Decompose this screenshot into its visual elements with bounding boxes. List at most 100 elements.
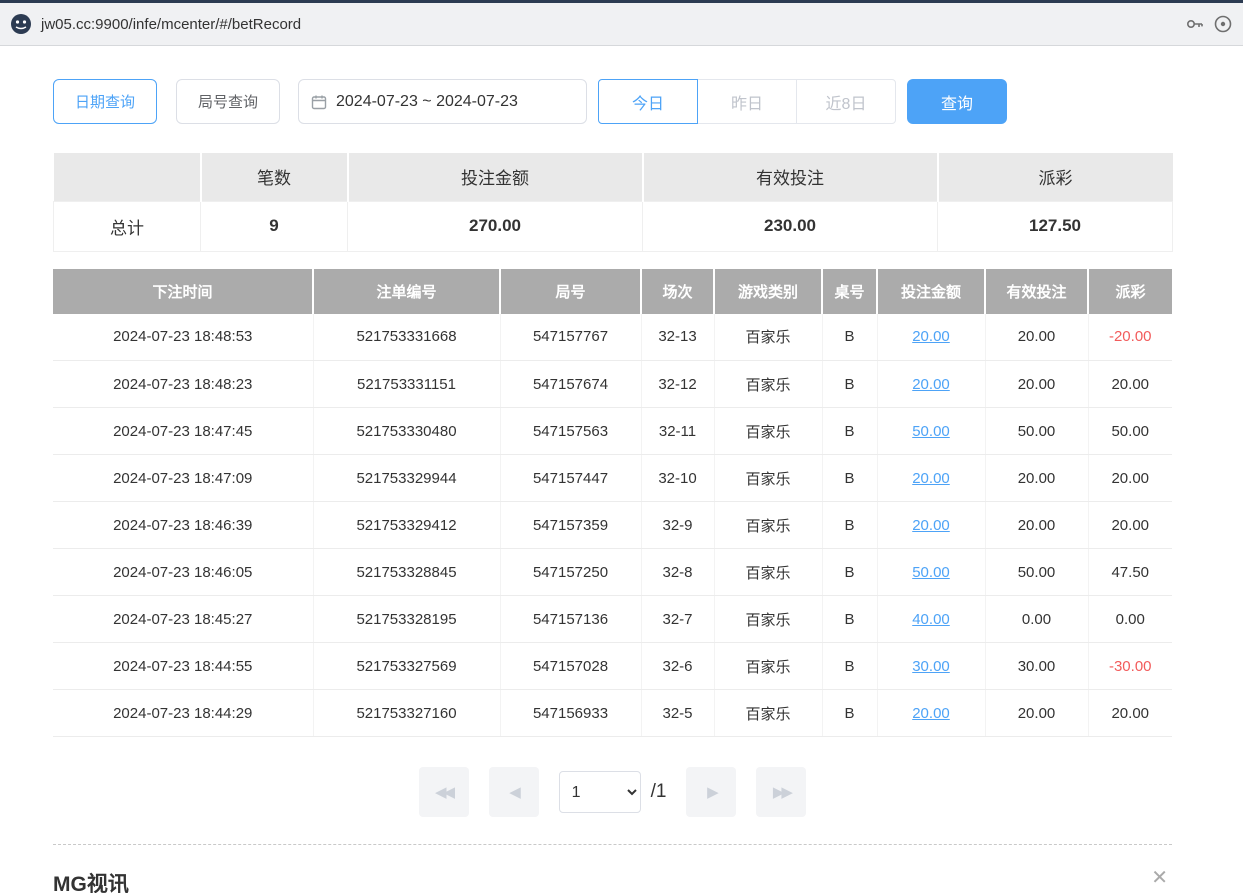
bet-record-page: 日期查询 局号查询 2024-07-23 ~ 2024-07-23 今日 昨日 … bbox=[0, 79, 1243, 845]
quick-yesterday-button[interactable]: 昨日 bbox=[697, 79, 797, 124]
table-row: 2024-07-23 18:47:45521753330480547157563… bbox=[53, 408, 1172, 455]
cell-payout: 0.00 bbox=[1088, 596, 1172, 643]
bet-amount-link[interactable]: 20.00 bbox=[912, 376, 950, 393]
cell-table: B bbox=[822, 596, 877, 643]
cell-session: 32-13 bbox=[641, 314, 714, 361]
cell-bet: 50.00 bbox=[877, 408, 985, 455]
cell-bet: 50.00 bbox=[877, 549, 985, 596]
cell-table: B bbox=[822, 455, 877, 502]
key-icon[interactable] bbox=[1185, 14, 1205, 34]
bet-record-table: 下注时间 注单编号 局号 场次 游戏类别 桌号 投注金额 有效投注 派彩 202… bbox=[53, 269, 1172, 738]
summary-total-payout: 127.50 bbox=[938, 201, 1173, 251]
search-button[interactable]: 查询 bbox=[907, 79, 1007, 124]
calendar-icon bbox=[311, 94, 327, 110]
cell-payout: 20.00 bbox=[1088, 455, 1172, 502]
summary-total-label: 总计 bbox=[54, 201, 201, 251]
cell-table: B bbox=[822, 314, 877, 361]
bet-table-header-row: 下注时间 注单编号 局号 场次 游戏类别 桌号 投注金额 有效投注 派彩 bbox=[53, 269, 1172, 314]
cell-valid: 50.00 bbox=[985, 549, 1088, 596]
cell-game: 百家乐 bbox=[714, 549, 822, 596]
cell-table: B bbox=[822, 549, 877, 596]
first-page-button[interactable]: ◀◀ bbox=[419, 767, 469, 817]
cell-valid: 50.00 bbox=[985, 408, 1088, 455]
cell-round_no: 547157674 bbox=[500, 361, 641, 408]
prev-page-button[interactable]: ◀ bbox=[489, 767, 539, 817]
cell-valid: 20.00 bbox=[985, 502, 1088, 549]
cell-valid: 0.00 bbox=[985, 596, 1088, 643]
date-range-value: 2024-07-23 ~ 2024-07-23 bbox=[336, 93, 518, 111]
cell-time: 2024-07-23 18:48:53 bbox=[53, 314, 313, 361]
cell-session: 32-6 bbox=[641, 643, 714, 690]
cell-order_no: 521753327569 bbox=[313, 643, 500, 690]
page-select[interactable]: 1 bbox=[559, 771, 641, 813]
cell-round_no: 547157136 bbox=[500, 596, 641, 643]
mg-video-section-title: MG视讯 bbox=[53, 868, 129, 893]
cell-session: 32-8 bbox=[641, 549, 714, 596]
date-query-tab[interactable]: 日期查询 bbox=[53, 79, 157, 124]
table-row: 2024-07-23 18:48:23521753331151547157674… bbox=[53, 361, 1172, 408]
cell-order_no: 521753327160 bbox=[313, 690, 500, 737]
bet-amount-link[interactable]: 20.00 bbox=[912, 470, 950, 487]
cell-valid: 20.00 bbox=[985, 455, 1088, 502]
cell-time: 2024-07-23 18:47:45 bbox=[53, 408, 313, 455]
cell-table: B bbox=[822, 408, 877, 455]
cell-table: B bbox=[822, 502, 877, 549]
cell-valid: 20.00 bbox=[985, 690, 1088, 737]
url-text[interactable]: jw05.cc:9900/infe/mcenter/#/betRecord bbox=[41, 16, 1176, 33]
cell-payout: -30.00 bbox=[1088, 643, 1172, 690]
cell-order_no: 521753329412 bbox=[313, 502, 500, 549]
bet-amount-link[interactable]: 30.00 bbox=[912, 658, 950, 675]
cell-order_no: 521753329944 bbox=[313, 455, 500, 502]
cell-time: 2024-07-23 18:46:39 bbox=[53, 502, 313, 549]
cell-payout: 47.50 bbox=[1088, 549, 1172, 596]
bet-amount-link[interactable]: 20.00 bbox=[912, 328, 950, 345]
table-row: 2024-07-23 18:47:09521753329944547157447… bbox=[53, 455, 1172, 502]
cell-bet: 40.00 bbox=[877, 596, 985, 643]
round-query-tab[interactable]: 局号查询 bbox=[176, 79, 280, 124]
cell-order_no: 521753328195 bbox=[313, 596, 500, 643]
summary-total-row: 总计 9 270.00 230.00 127.50 bbox=[54, 201, 1173, 251]
total-pages-label: /1 bbox=[651, 781, 667, 803]
cell-payout: 50.00 bbox=[1088, 408, 1172, 455]
quick-last8days-button[interactable]: 近8日 bbox=[796, 79, 896, 124]
cell-game: 百家乐 bbox=[714, 455, 822, 502]
summary-total-bet-amount: 270.00 bbox=[348, 201, 643, 251]
cell-time: 2024-07-23 18:47:09 bbox=[53, 455, 313, 502]
cell-time: 2024-07-23 18:44:29 bbox=[53, 690, 313, 737]
table-row: 2024-07-23 18:48:53521753331668547157767… bbox=[53, 314, 1172, 361]
cell-order_no: 521753331668 bbox=[313, 314, 500, 361]
date-range-input[interactable]: 2024-07-23 ~ 2024-07-23 bbox=[298, 79, 587, 124]
cell-round_no: 547157359 bbox=[500, 502, 641, 549]
cell-session: 32-10 bbox=[641, 455, 714, 502]
quick-date-group: 今日 昨日 近8日 bbox=[598, 79, 896, 124]
summary-header-blank bbox=[54, 153, 201, 201]
browser-address-bar: jw05.cc:9900/infe/mcenter/#/betRecord bbox=[0, 0, 1243, 46]
cell-valid: 20.00 bbox=[985, 361, 1088, 408]
bet-amount-link[interactable]: 50.00 bbox=[912, 423, 950, 440]
extension-icon[interactable] bbox=[1213, 14, 1233, 34]
header-game-type: 游戏类别 bbox=[714, 269, 822, 314]
summary-total-valid-bet: 230.00 bbox=[643, 201, 938, 251]
bet-amount-link[interactable]: 20.00 bbox=[912, 705, 950, 722]
bet-amount-link[interactable]: 40.00 bbox=[912, 611, 950, 628]
cell-bet: 20.00 bbox=[877, 361, 985, 408]
cell-game: 百家乐 bbox=[714, 690, 822, 737]
summary-header-payout: 派彩 bbox=[938, 153, 1173, 201]
header-session: 场次 bbox=[641, 269, 714, 314]
bet-amount-link[interactable]: 20.00 bbox=[912, 517, 950, 534]
table-row: 2024-07-23 18:45:27521753328195547157136… bbox=[53, 596, 1172, 643]
cell-order_no: 521753330480 bbox=[313, 408, 500, 455]
cell-bet: 20.00 bbox=[877, 690, 985, 737]
cell-session: 32-12 bbox=[641, 361, 714, 408]
bet-amount-link[interactable]: 50.00 bbox=[912, 564, 950, 581]
cell-round_no: 547156933 bbox=[500, 690, 641, 737]
header-table-no: 桌号 bbox=[822, 269, 877, 314]
quick-today-button[interactable]: 今日 bbox=[598, 79, 698, 124]
cell-game: 百家乐 bbox=[714, 361, 822, 408]
next-page-button[interactable]: ▶ bbox=[686, 767, 736, 817]
last-page-button[interactable]: ▶▶ bbox=[756, 767, 806, 817]
cell-time: 2024-07-23 18:48:23 bbox=[53, 361, 313, 408]
cell-payout: 20.00 bbox=[1088, 690, 1172, 737]
cell-table: B bbox=[822, 361, 877, 408]
collapse-icon[interactable]: ✕ bbox=[1151, 868, 1168, 888]
